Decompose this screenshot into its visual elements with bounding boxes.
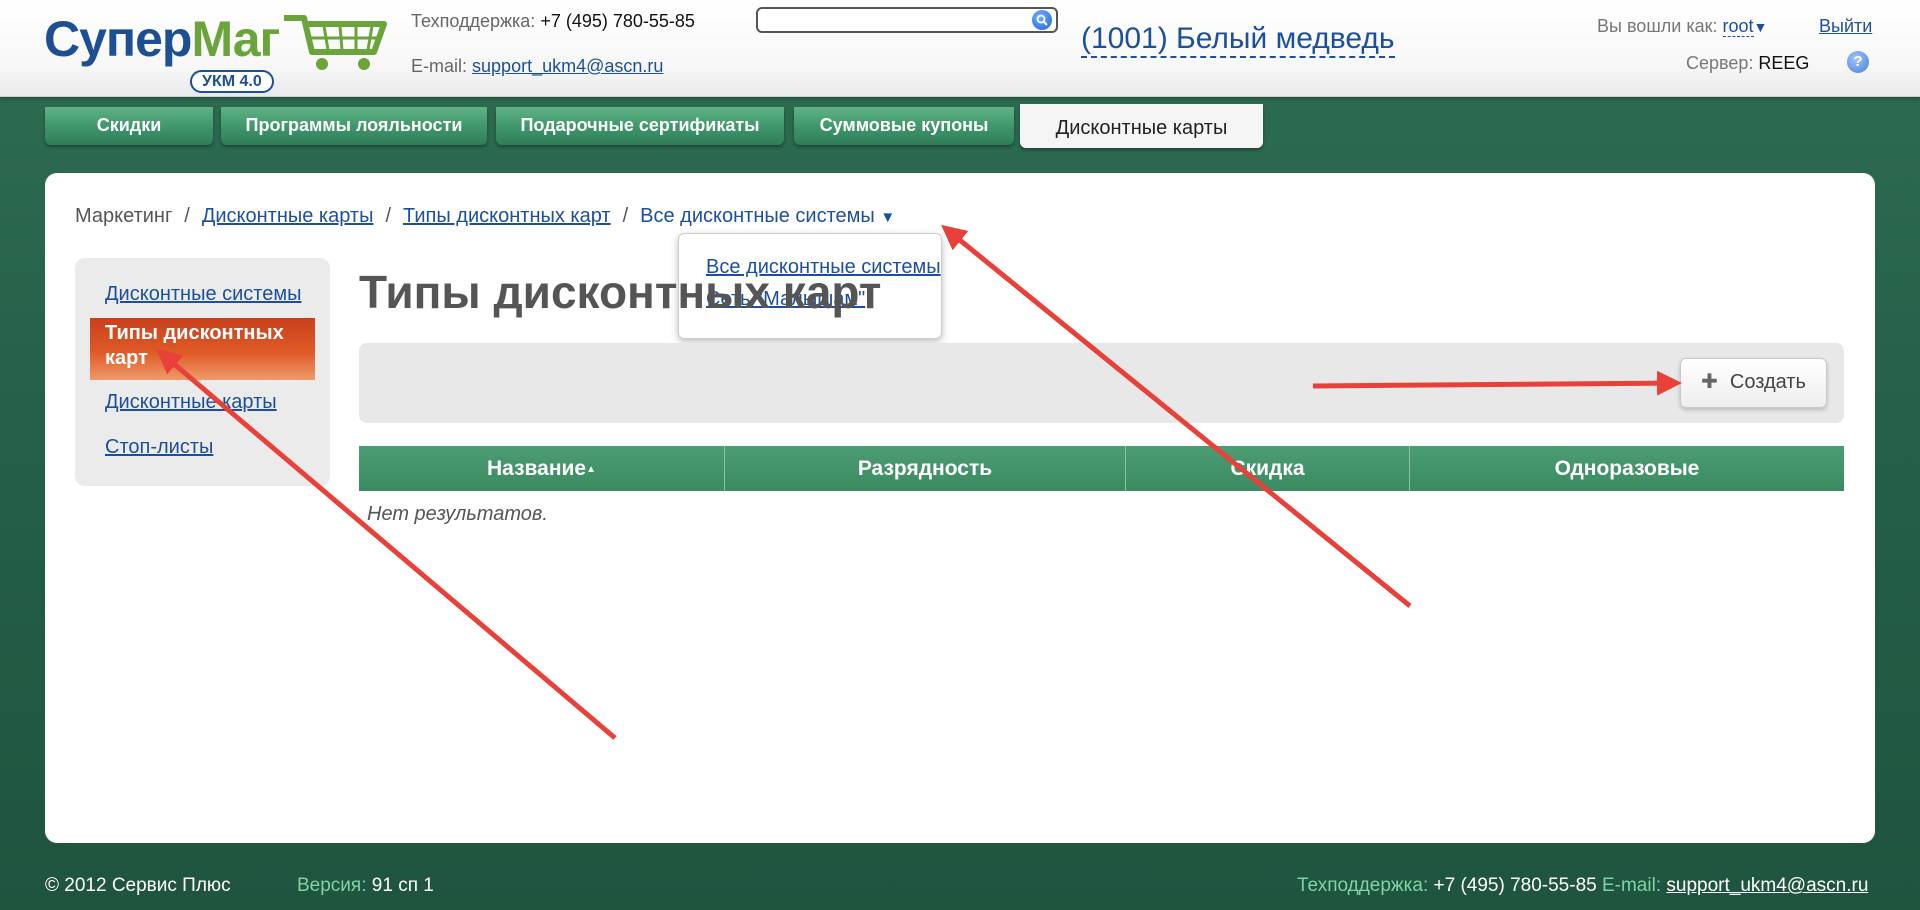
search-box bbox=[756, 7, 1058, 33]
support-email-link[interactable]: support_ukm4@ascn.ru bbox=[472, 56, 663, 76]
column-header-digits[interactable]: Разрядность bbox=[724, 446, 1126, 491]
footer-copyright: © 2012 Сервис Плюс bbox=[45, 875, 231, 896]
plus-icon: ✚ bbox=[1701, 371, 1718, 393]
logo-wordmark: СуперМаг bbox=[44, 11, 280, 67]
server-info: Сервер: REEG bbox=[1686, 53, 1809, 74]
logout-link[interactable]: Выйти bbox=[1819, 16, 1872, 37]
breadcrumb-card-types[interactable]: Типы дисконтных карт bbox=[403, 205, 611, 227]
sidebar-item-stop-lists[interactable]: Стоп-листы bbox=[105, 436, 213, 459]
sidebar-item-discount-systems[interactable]: Дисконтные системы bbox=[105, 283, 301, 306]
login-info: Вы вошли как: root▼ bbox=[1597, 16, 1767, 37]
column-header-name[interactable]: Название▲ bbox=[359, 446, 725, 491]
server-label: Сервер: bbox=[1686, 53, 1754, 73]
server-value: REEG bbox=[1758, 53, 1810, 73]
breadcrumb-discount-cards[interactable]: Дисконтные карты bbox=[202, 205, 374, 227]
main-panel: Маркетинг / Дисконтные карты / Типы дисконтн… bbox=[45, 173, 1875, 843]
support-phone: +7 (495) 780-55-85 bbox=[540, 11, 695, 31]
footer-email-label: E-mail: bbox=[1601, 875, 1662, 896]
create-button[interactable]: ✚ Создать bbox=[1680, 358, 1827, 408]
column-header-discount[interactable]: Скидка bbox=[1125, 446, 1410, 491]
footer-support-phone: +7 (495) 780-55-85 bbox=[1433, 875, 1597, 896]
app-header: СуперМаг УКМ 4.0 Техподдержка: +7 (495) … bbox=[0, 0, 1920, 97]
logged-in-label: Вы вошли как: bbox=[1597, 16, 1718, 36]
footer-email-link[interactable]: support_ukm4@ascn.ru bbox=[1666, 875, 1868, 896]
sort-asc-icon: ▲ bbox=[586, 463, 597, 475]
search-icon bbox=[1036, 14, 1048, 26]
email-label: E-mail: bbox=[411, 56, 468, 76]
tab-discount-cards[interactable]: Дисконтные карты bbox=[1020, 104, 1263, 148]
footer-contacts: Техподдержка: +7 (495) 780-55-85 E-mail:… bbox=[1297, 875, 1868, 897]
tab-gift-certificates[interactable]: Подарочные сертификаты bbox=[496, 107, 784, 145]
results-table: Название▲ Разрядность Скидка Одноразовые bbox=[359, 446, 1844, 491]
user-menu[interactable]: root bbox=[1722, 16, 1754, 37]
tab-sum-coupons[interactable]: Суммовые купоны bbox=[794, 107, 1014, 145]
discount-system-selector[interactable]: Все дисконтные системы ▼ bbox=[640, 205, 895, 227]
header-email: E-mail: support_ukm4@ascn.ru bbox=[411, 56, 663, 77]
footer-support-label: Техподдержка: bbox=[1297, 875, 1429, 896]
support-label: Техподдержка: bbox=[411, 11, 536, 31]
sidebar-item-card-types[interactable]: Типы дисконтных карт bbox=[90, 318, 315, 380]
help-icon[interactable]: ? bbox=[1847, 51, 1869, 73]
sidebar-item-discount-cards[interactable]: Дисконтные карты bbox=[105, 391, 277, 414]
tab-discounts[interactable]: Скидки bbox=[45, 107, 213, 145]
page-title: Типы дисконтных карт bbox=[359, 266, 882, 318]
user-menu-caret-icon[interactable]: ▼ bbox=[1754, 19, 1768, 35]
footer-version-value: 91 сп 1 bbox=[371, 875, 434, 896]
search-input[interactable] bbox=[764, 10, 1028, 32]
tab-loyalty-programs[interactable]: Программы лояльности bbox=[221, 107, 487, 145]
supermag-logo[interactable]: СуперМаг УКМ 4.0 bbox=[44, 10, 387, 93]
column-header-single-use[interactable]: Одноразовые bbox=[1409, 446, 1844, 491]
footer-version-label: Версия: bbox=[297, 875, 367, 896]
empty-state-text: Нет результатов. bbox=[367, 503, 548, 525]
chevron-down-icon: ▼ bbox=[880, 209, 896, 226]
store-selector[interactable]: (1001) Белый медведь bbox=[1081, 22, 1395, 58]
shopping-cart-icon bbox=[284, 15, 387, 70]
table-header-row: Название▲ Разрядность Скидка Одноразовые bbox=[359, 446, 1844, 491]
toolbar: ✚ Создать bbox=[359, 343, 1844, 423]
breadcrumb: Маркетинг / Дисконтные карты / Типы дисконтн… bbox=[75, 205, 896, 227]
breadcrumb-root: Маркетинг bbox=[75, 205, 173, 227]
version-badge: УКМ 4.0 bbox=[190, 70, 274, 93]
footer-version: Версия: 91 сп 1 bbox=[297, 875, 434, 897]
search-button[interactable] bbox=[1032, 10, 1052, 30]
sidebar: Дисконтные системы Типы дисконтных карт … bbox=[75, 258, 330, 486]
header-support: Техподдержка: +7 (495) 780-55-85 bbox=[411, 11, 695, 32]
